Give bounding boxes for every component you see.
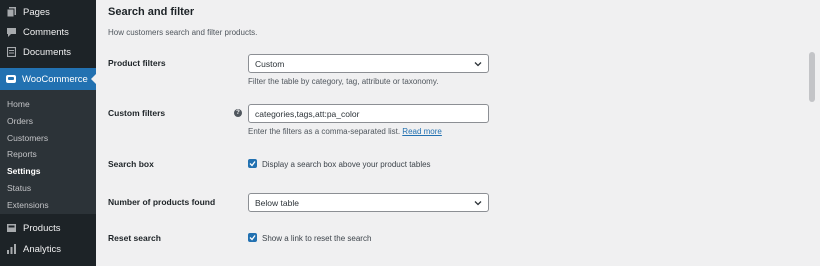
scrollbar-thumb[interactable] [809,52,815,102]
woocommerce-submenu: Home Orders Customers Reports Settings S… [0,90,96,214]
product-filters-description: Filter the table by category, tag, attri… [248,77,439,86]
number-of-products-select[interactable]: Below table [248,193,489,212]
analytics-icon [7,244,16,254]
submenu-item-extensions[interactable]: Extensions [7,198,49,212]
pages-icon [7,7,16,17]
sidebar-item-analytics[interactable]: Analytics [0,239,96,259]
settings-panel: Search and filter How customers search a… [96,0,804,266]
product-filters-label: Product filters [108,58,166,68]
sidebar-item-woocommerce[interactable]: WooCommerce [0,68,96,90]
search-box-checkbox-label[interactable]: Display a search box above your product … [262,160,431,169]
sidebar-item-documents[interactable]: Documents [0,42,96,62]
sidebar-item-comments[interactable]: Comments [0,22,96,42]
select-value: Custom [255,58,285,69]
page-scrollbar[interactable] [804,0,820,266]
search-box-checkbox[interactable] [248,159,257,168]
sidebar-item-label: Pages [23,6,50,18]
custom-filters-label: Custom filters [108,108,166,118]
sidebar-item-label: Products [23,222,61,234]
select-value: Below table [255,197,299,208]
reset-search-label: Reset search [108,233,161,243]
product-filters-select[interactable]: Custom [248,54,489,73]
submenu-item-orders[interactable]: Orders [7,114,33,128]
search-box-label: Search box [108,159,154,169]
sidebar-item-label: WooCommerce [22,73,88,85]
woocommerce-icon [6,75,16,83]
reset-search-checkbox[interactable] [248,233,257,242]
sidebar-item-label: Documents [23,46,72,58]
reset-search-checkbox-label[interactable]: Show a link to reset the search [262,234,371,243]
custom-filters-description: Enter the filters as a comma-separated l… [248,127,442,136]
section-title: Search and filter [108,6,195,18]
chevron-down-icon [474,60,482,70]
submenu-item-settings[interactable]: Settings [7,164,41,178]
section-description: How customers search and filter products… [108,28,258,37]
submenu-item-customers[interactable]: Customers [7,131,48,145]
input-value: categories,tags,att:pa_color [255,108,360,119]
comments-icon [7,27,16,37]
sidebar-item-products[interactable]: Products [0,218,96,238]
chevron-down-icon [474,199,482,209]
custom-filters-input[interactable]: categories,tags,att:pa_color [248,104,489,123]
submenu-item-status[interactable]: Status [7,181,31,195]
documents-icon [7,47,16,57]
submenu-item-reports[interactable]: Reports [7,147,37,161]
checkmark-icon [249,235,256,241]
sidebar-item-label: Analytics [23,243,62,255]
custom-filters-help-text: Enter the filters as a comma-separated l… [248,127,401,136]
sidebar-item-pages[interactable]: Pages [0,2,96,22]
submenu-item-home[interactable]: Home [7,97,30,111]
admin-sidebar: Pages Comments Documents WooCommerce Hom… [0,0,96,266]
checkmark-icon [249,161,256,167]
read-more-link[interactable]: Read more [402,127,442,136]
products-icon [7,223,16,233]
help-icon[interactable]: ? [234,109,242,117]
number-of-products-label: Number of products found [108,197,216,207]
sidebar-item-label: Comments [23,26,69,38]
